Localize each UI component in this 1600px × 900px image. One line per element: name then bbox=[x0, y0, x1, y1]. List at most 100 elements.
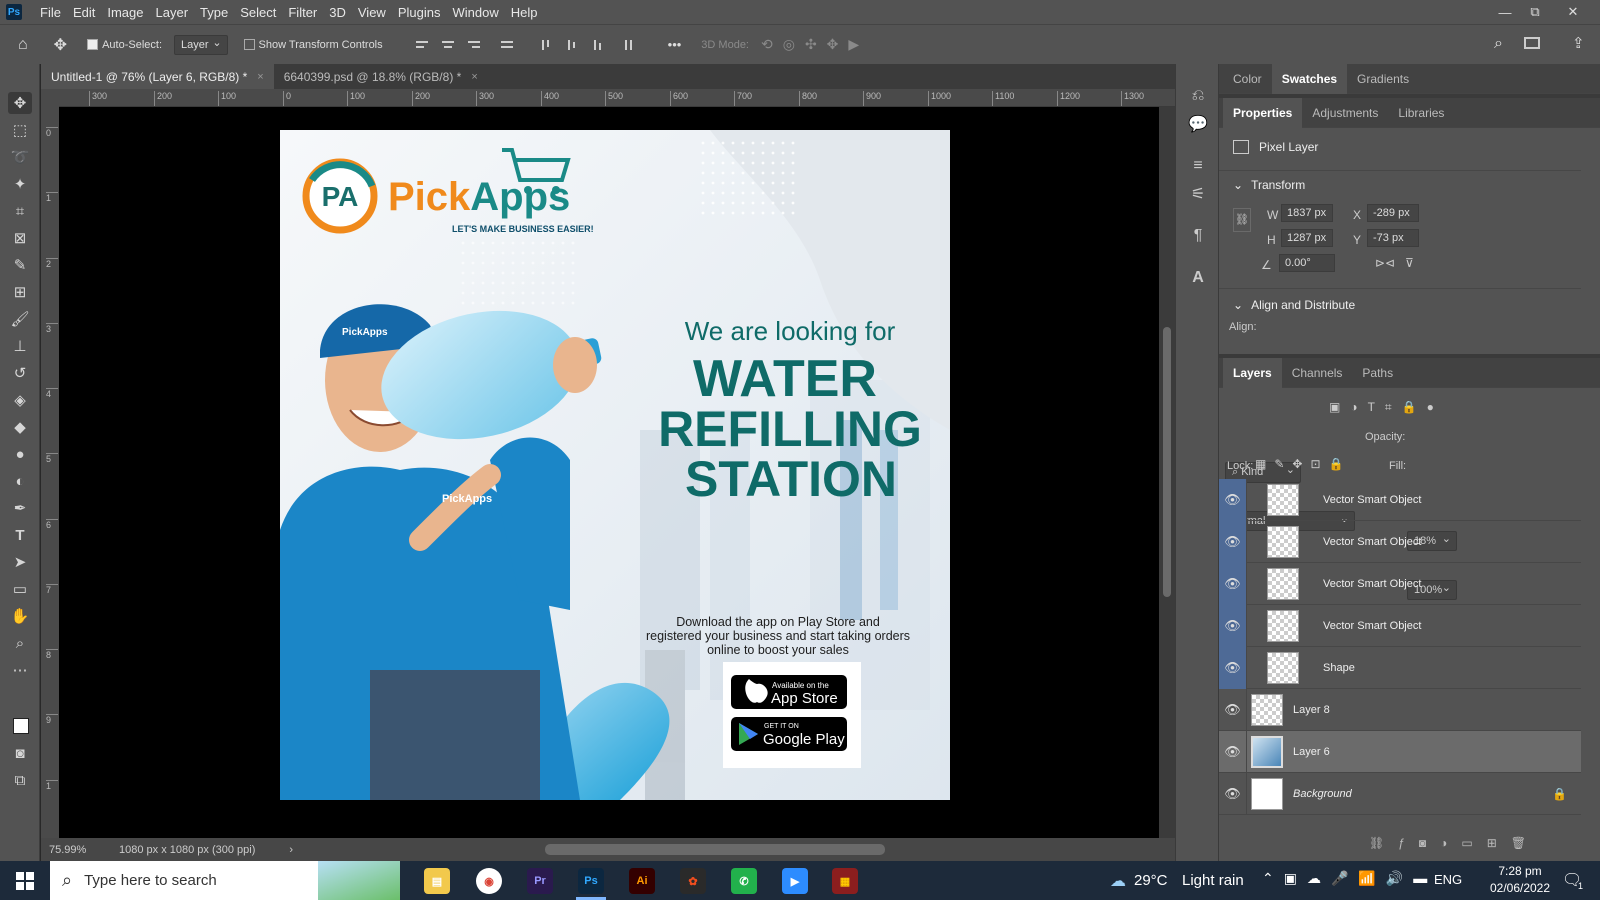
angle-field[interactable]: 0.00° bbox=[1279, 254, 1335, 272]
tab-paths[interactable]: Paths bbox=[1352, 358, 1403, 388]
clock-date[interactable]: 02/06/2022 bbox=[1480, 881, 1560, 895]
workspace-icon[interactable] bbox=[1524, 37, 1540, 49]
menu-3d[interactable]: 3D bbox=[323, 5, 352, 20]
system-tray-icons[interactable]: ⌃▣☁🎤📶🔊▬ bbox=[1262, 870, 1437, 887]
tab-color[interactable]: Color bbox=[1223, 64, 1272, 94]
eye-icon[interactable]: 👁 bbox=[1219, 604, 1247, 647]
tab-libraries[interactable]: Libraries bbox=[1388, 98, 1454, 128]
brush-tool-icon[interactable]: 🖌 bbox=[8, 308, 32, 330]
poster-artboard[interactable]: PA PickApps LET'S MAKE BUSINESS EASIER! … bbox=[280, 130, 950, 800]
clock-time[interactable]: 7:28 pm bbox=[1490, 864, 1550, 878]
tab-channels[interactable]: Channels bbox=[1282, 358, 1353, 388]
menu-layer[interactable]: Layer bbox=[150, 5, 195, 20]
flip-vertical-icon[interactable]: ⊽ bbox=[1405, 256, 1414, 270]
pen-tool-icon[interactable]: ✒ bbox=[8, 497, 32, 519]
lasso-tool-icon[interactable]: ➰ bbox=[8, 146, 32, 168]
lock-icons[interactable]: ▦✎✥⊡🔒 bbox=[1255, 457, 1351, 471]
align-center-h-icon[interactable] bbox=[440, 38, 456, 52]
align-header[interactable]: ⌄ Align and Distribute bbox=[1233, 298, 1355, 312]
layer-row[interactable]: 👁 Background 🔒 bbox=[1219, 772, 1581, 815]
scroll-thumb[interactable] bbox=[1163, 327, 1171, 597]
home-icon[interactable]: ⌂ bbox=[18, 36, 28, 54]
menu-plugins[interactable]: Plugins bbox=[392, 5, 447, 20]
canvas-area[interactable]: PA PickApps LET'S MAKE BUSINESS EASIER! … bbox=[59, 107, 1159, 838]
move-tool-icon[interactable]: ✥ bbox=[8, 92, 32, 114]
hand-tool-icon[interactable]: ✋ bbox=[8, 605, 32, 627]
file-explorer-icon[interactable]: ▤ bbox=[424, 868, 450, 894]
winrar-icon[interactable]: ▦ bbox=[832, 868, 858, 894]
link-icon[interactable]: ⛓ bbox=[1233, 208, 1251, 232]
path-select-icon[interactable]: ➤ bbox=[8, 551, 32, 573]
tab-adjustments[interactable]: Adjustments bbox=[1302, 98, 1388, 128]
tab-untitled-1[interactable]: Untitled-1 @ 76% (Layer 6, RGB/8) * × bbox=[41, 64, 274, 89]
photoshop-taskbar-icon[interactable]: Ps bbox=[578, 868, 604, 894]
menu-type[interactable]: Type bbox=[194, 5, 234, 20]
phone-app-icon[interactable]: ✆ bbox=[731, 868, 757, 894]
menu-help[interactable]: Help bbox=[505, 5, 544, 20]
align-right-icon[interactable] bbox=[466, 38, 482, 52]
restore-button[interactable]: ⧉ bbox=[1520, 0, 1550, 24]
lock-icon[interactable]: 🔒 bbox=[1552, 787, 1567, 801]
y-field[interactable]: -73 px bbox=[1367, 229, 1419, 247]
eye-icon[interactable]: 👁 bbox=[1219, 478, 1247, 521]
layer-row[interactable]: 👁 Layer 6 bbox=[1219, 730, 1581, 773]
weather-temp[interactable]: 29°C bbox=[1134, 872, 1168, 889]
show-transform-checkbox[interactable] bbox=[243, 39, 255, 50]
zoom-level[interactable]: 75.99% bbox=[49, 844, 111, 856]
x-field[interactable]: -289 px bbox=[1367, 204, 1419, 222]
tab-layers[interactable]: Layers bbox=[1223, 357, 1282, 388]
tab-6640399[interactable]: 6640399.psd @ 18.8% (RGB/8) * × bbox=[274, 64, 488, 89]
eye-icon[interactable]: 👁 bbox=[1219, 646, 1247, 689]
layer-row[interactable]: 👁 Vector Smart Object bbox=[1219, 478, 1581, 521]
more-options-button[interactable]: ••• bbox=[668, 37, 682, 52]
magic-wand-icon[interactable]: ✦ bbox=[8, 173, 32, 195]
edit-toolbar-icon[interactable]: ⋯ bbox=[8, 659, 32, 681]
distribute-v-icon[interactable] bbox=[621, 38, 637, 52]
menu-window[interactable]: Window bbox=[446, 5, 504, 20]
align-left-icon[interactable] bbox=[414, 38, 430, 52]
share-icon[interactable]: ⇪ bbox=[1572, 34, 1585, 52]
rectangle-tool-icon[interactable]: ▭ bbox=[8, 578, 32, 600]
eye-icon[interactable]: 👁 bbox=[1219, 520, 1247, 563]
eyedropper-icon[interactable]: ✎ bbox=[8, 254, 32, 276]
layer-row[interactable]: 👁 Layer 8 bbox=[1219, 688, 1581, 731]
menu-select[interactable]: Select bbox=[234, 5, 282, 20]
quick-mask-icon[interactable]: ◙ bbox=[8, 742, 32, 764]
type-tool-icon[interactable]: T bbox=[8, 524, 32, 546]
align-bottom-icon[interactable] bbox=[590, 38, 606, 52]
zoom-tool-icon[interactable]: ⌕ bbox=[8, 632, 32, 654]
layer-bottom-actions[interactable]: ⛓ƒ◙◑▭⊞🗑 bbox=[1369, 836, 1540, 850]
search-icon[interactable]: ⌕ bbox=[1494, 35, 1503, 53]
frame-tool-icon[interactable]: ⊠ bbox=[8, 227, 32, 249]
illustrator-icon[interactable]: Ai bbox=[629, 868, 655, 894]
layer-row[interactable]: 👁 Vector Smart Object bbox=[1219, 520, 1581, 563]
align-top-icon[interactable] bbox=[538, 38, 554, 52]
menu-view[interactable]: View bbox=[352, 5, 392, 20]
eye-icon[interactable]: 👁 bbox=[1219, 772, 1247, 815]
clone-stamp-icon[interactable]: ⊥ bbox=[8, 335, 32, 357]
figma-icon[interactable]: ✿ bbox=[680, 868, 706, 894]
chevron-right-icon[interactable]: › bbox=[289, 844, 293, 856]
tab-properties[interactable]: Properties bbox=[1223, 97, 1303, 128]
adjust-panel-icon[interactable]: ⚟ bbox=[1188, 184, 1208, 204]
eraser-tool-icon[interactable]: ◈ bbox=[8, 389, 32, 411]
layer-filter-icons[interactable]: ▣◑T⌗🔒● bbox=[1329, 400, 1444, 415]
menu-image[interactable]: Image bbox=[101, 5, 149, 20]
minimize-button[interactable]: — bbox=[1490, 0, 1520, 24]
crop-tool-icon[interactable]: ⌗ bbox=[8, 200, 32, 222]
tab-swatches[interactable]: Swatches bbox=[1271, 63, 1348, 94]
flip-horizontal-icon[interactable]: ⊳⊲ bbox=[1375, 256, 1395, 270]
menu-file[interactable]: File bbox=[34, 5, 67, 20]
paint-bucket-icon[interactable]: ◆ bbox=[8, 416, 32, 438]
layer-row[interactable]: 👁 Vector Smart Object bbox=[1219, 562, 1581, 605]
move-tool-icon[interactable]: ✥ bbox=[54, 35, 67, 55]
menu-edit[interactable]: Edit bbox=[67, 5, 101, 20]
transform-header[interactable]: ⌄ Transform bbox=[1233, 178, 1305, 192]
close-icon[interactable]: × bbox=[471, 71, 477, 83]
comments-panel-icon[interactable]: 💬 bbox=[1188, 114, 1208, 134]
blur-tool-icon[interactable]: ● bbox=[8, 443, 32, 465]
close-icon[interactable]: × bbox=[257, 71, 263, 83]
tab-gradients[interactable]: Gradients bbox=[1347, 64, 1419, 94]
layer-row[interactable]: 👁 Shape bbox=[1219, 646, 1581, 689]
canvas-vertical-scrollbar[interactable] bbox=[1159, 107, 1175, 838]
